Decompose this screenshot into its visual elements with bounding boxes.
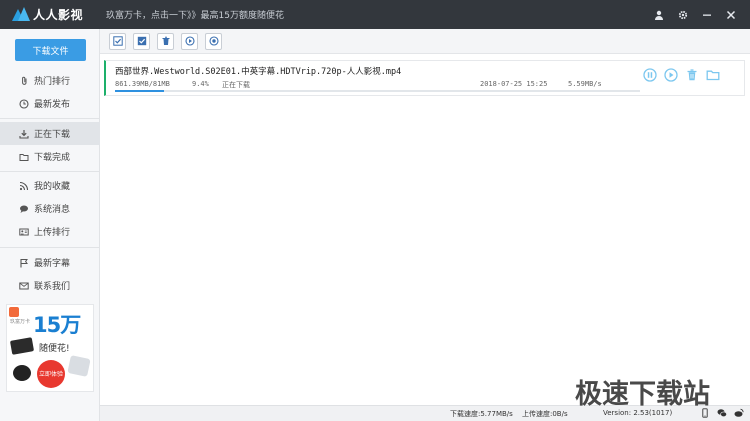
task-progress-bar — [115, 90, 640, 92]
task-toolbar — [100, 29, 750, 54]
download-file-button[interactable]: 下载文件 — [15, 39, 86, 61]
download-icon — [19, 129, 29, 139]
select-checked-button[interactable] — [133, 32, 150, 50]
app-name: 人人影视 — [33, 8, 84, 22]
divider — [0, 118, 99, 119]
minimize-icon[interactable] — [700, 8, 714, 22]
sidebar-item-label: 最新字幕 — [34, 259, 71, 269]
pause-icon[interactable] — [643, 68, 657, 82]
paperclip-icon — [19, 76, 29, 86]
title-bar: 人人影视 玖富万卡，点击一下》》最高15万额度随便花 — [0, 0, 750, 29]
sidebar-item-latest-release[interactable]: 最新发布 — [0, 92, 100, 115]
check-icon — [137, 36, 146, 46]
pause-button[interactable] — [205, 32, 222, 50]
task-status: 正在下载 — [222, 81, 250, 89]
task-size: 861.39MB/81MB — [115, 80, 170, 88]
select-all-icon — [112, 36, 123, 46]
task-progress-fill — [115, 90, 165, 92]
sidebar-item-label: 正在下载 — [34, 130, 71, 140]
clock-icon — [19, 98, 29, 109]
sidebar-item-upload-ranking[interactable]: 上传排行 — [0, 220, 100, 243]
play-icon[interactable] — [664, 68, 678, 82]
logo-icon — [12, 6, 30, 23]
rss-icon — [19, 181, 29, 191]
ad-banner[interactable]: 玖富万卡 15万 随便花! 立即体验 — [6, 304, 94, 392]
ad-subline: 随便花! — [39, 344, 70, 354]
task-date: 2018-07-25 15:25 — [480, 80, 548, 88]
gear-icon[interactable] — [676, 8, 690, 22]
start-button[interactable] — [181, 32, 198, 50]
start-icon — [184, 36, 195, 46]
download-speed: 下载速度:5.77MB/s — [450, 410, 513, 418]
nav-group-account: 我的收藏 系统消息 上传排行 — [0, 174, 100, 243]
id-card-icon — [19, 227, 29, 237]
pause-icon — [208, 36, 219, 46]
nav-group-browse: 热门排行 最新发布 — [0, 69, 100, 115]
divider — [0, 171, 99, 172]
delete-icon[interactable] — [685, 68, 699, 82]
folder-icon[interactable] — [706, 68, 720, 82]
sidebar-item-label: 下载完成 — [34, 153, 71, 163]
wechat-icon[interactable] — [717, 408, 727, 418]
sidebar-item-hot-ranking[interactable]: 热门排行 — [0, 69, 100, 92]
task-filename: 西部世界.Westworld.S02E01.中英字幕.HDTVrip.720p-… — [115, 67, 402, 77]
nav-group-downloads: 正在下载 下载完成 — [0, 122, 100, 168]
ad-cta-button[interactable]: 立即体验 — [37, 360, 65, 388]
sidebar-item-contact-us[interactable]: 联系我们 — [0, 274, 100, 297]
window-controls — [652, 0, 738, 29]
sidebar-item-label: 最新发布 — [34, 100, 71, 110]
chat-icon — [19, 204, 29, 214]
delete-button[interactable] — [157, 32, 174, 50]
task-percent: 9.4% — [192, 80, 209, 88]
close-icon[interactable] — [724, 8, 738, 22]
brand-logo-icon — [9, 307, 19, 317]
ad-brand: 玖富万卡 — [10, 319, 31, 325]
divider — [0, 247, 99, 248]
laptop-icon — [9, 337, 35, 355]
user-icon[interactable] — [652, 8, 666, 22]
sidebar-item-label: 上传排行 — [34, 228, 71, 238]
download-task-row[interactable]: 西部世界.Westworld.S02E01.中英字幕.HDTVrip.720p-… — [104, 60, 745, 96]
task-speed: 5.59MB/s — [568, 80, 602, 88]
sidebar-item-system-messages[interactable]: 系统消息 — [0, 197, 100, 220]
sidebar-item-label: 系统消息 — [34, 205, 71, 215]
ad-marquee-link[interactable]: 玖富万卡，点击一下》》最高15万额度随便花 — [106, 8, 284, 21]
sidebar: 下载文件 热门排行 最新发布 正在下载 下载完成 我的收藏 系统消息 上传排行 … — [0, 29, 100, 421]
select-all-button[interactable] — [109, 32, 126, 50]
folder-icon — [19, 152, 29, 162]
sidebar-item-favorites[interactable]: 我的收藏 — [0, 174, 100, 197]
gadget-icon — [67, 355, 91, 377]
sidebar-item-download-complete[interactable]: 下载完成 — [0, 145, 100, 168]
sidebar-item-label: 热门排行 — [34, 77, 71, 87]
nav-group-misc: 最新字幕 联系我们 — [0, 251, 100, 297]
delete-icon — [162, 36, 169, 45]
task-actions — [643, 68, 720, 82]
flag-icon — [19, 258, 29, 268]
sidebar-item-label: 我的收藏 — [34, 182, 71, 192]
watermark-text: 极速下载站 — [575, 379, 710, 410]
upload-speed: 上传速度:0B/s — [522, 410, 568, 418]
weibo-icon[interactable] — [734, 408, 744, 418]
sidebar-item-latest-subtitles[interactable]: 最新字幕 — [0, 251, 100, 274]
sidebar-item-label: 联系我们 — [34, 282, 71, 292]
mail-icon — [19, 281, 29, 291]
sidebar-item-downloading[interactable]: 正在下载 — [0, 122, 100, 145]
app-logo: 人人影视 — [0, 0, 100, 29]
ad-headline: 15万 — [33, 313, 81, 337]
camera-icon — [13, 365, 31, 381]
